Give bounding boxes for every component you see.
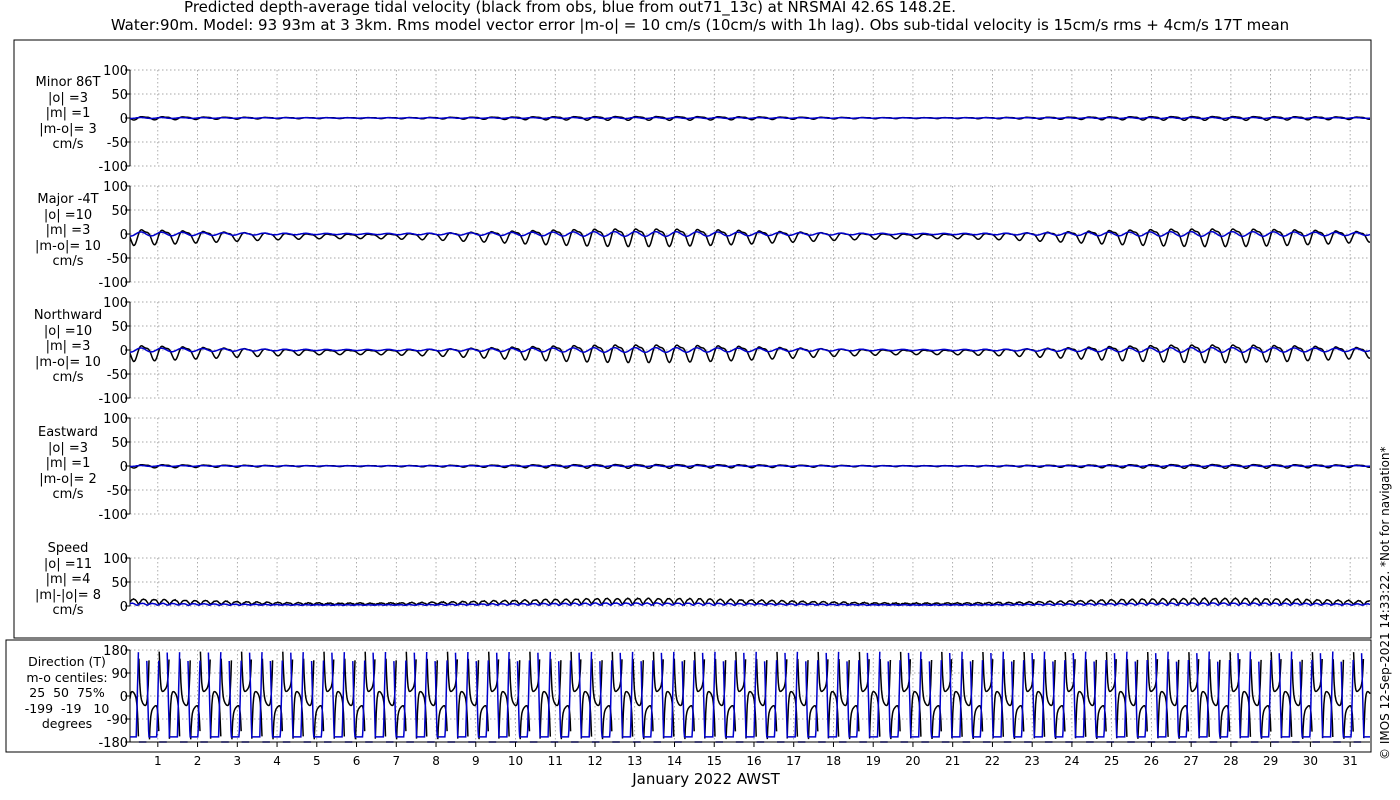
x-tick-label-12: 12 bbox=[587, 754, 602, 768]
y-tick-label-0-4: -100 bbox=[98, 160, 128, 175]
y-tick-label-3-3: -50 bbox=[107, 484, 128, 499]
x-tick-label-19: 19 bbox=[866, 754, 881, 768]
x-tick-label-26: 26 bbox=[1144, 754, 1159, 768]
series-model-0 bbox=[130, 116, 1371, 120]
x-tick-label-9: 9 bbox=[472, 754, 480, 768]
y-tick-label-0-0: 100 bbox=[103, 64, 128, 79]
y-tick-label-4-1: 50 bbox=[111, 576, 128, 591]
x-tick-label-28: 28 bbox=[1223, 754, 1238, 768]
y-tick-label-2-4: -100 bbox=[98, 392, 128, 407]
series-obs-5 bbox=[129, 651, 1371, 740]
y-tick-label-5-3: -90 bbox=[107, 713, 128, 728]
x-tick-label-16: 16 bbox=[746, 754, 761, 768]
x-tick-label-10: 10 bbox=[508, 754, 523, 768]
x-axis-label: January 2022 AWST bbox=[632, 770, 780, 788]
x-tick-label-11: 11 bbox=[548, 754, 563, 768]
y-tick-label-3-0: 100 bbox=[103, 412, 128, 427]
x-tick-label-23: 23 bbox=[1025, 754, 1040, 768]
y-tick-label-5-0: 180 bbox=[103, 644, 128, 659]
y-tick-label-1-1: 50 bbox=[111, 204, 128, 219]
x-tick-label-7: 7 bbox=[392, 754, 400, 768]
series-model-5 bbox=[130, 651, 1370, 743]
y-tick-label-1-2: 0 bbox=[120, 228, 128, 243]
x-tick-label-25: 25 bbox=[1104, 754, 1119, 768]
x-tick-label-31: 31 bbox=[1342, 754, 1357, 768]
y-tick-label-3-1: 50 bbox=[111, 436, 128, 451]
upper-frame bbox=[13, 39, 1372, 639]
y-tick-label-2-3: -50 bbox=[107, 368, 128, 383]
x-tick-label-6: 6 bbox=[353, 754, 361, 768]
x-tick-label-22: 22 bbox=[985, 754, 1000, 768]
y-tick-label-5-1: 90 bbox=[111, 667, 128, 682]
y-tick-label-1-4: -100 bbox=[98, 276, 128, 291]
y-tick-label-4-0: 100 bbox=[103, 552, 128, 567]
y-tick-label-0-3: -50 bbox=[107, 136, 128, 151]
x-tick-label-2: 2 bbox=[194, 754, 202, 768]
series-model-3 bbox=[130, 464, 1371, 468]
x-tick-label-8: 8 bbox=[432, 754, 440, 768]
x-tick-label-14: 14 bbox=[667, 754, 682, 768]
y-tick-label-2-0: 100 bbox=[103, 296, 128, 311]
x-tick-label-21: 21 bbox=[945, 754, 960, 768]
x-tick-label-1: 1 bbox=[154, 754, 162, 768]
y-tick-label-0-2: 0 bbox=[120, 112, 128, 127]
x-tick-label-17: 17 bbox=[786, 754, 801, 768]
x-tick-label-3: 3 bbox=[233, 754, 241, 768]
y-tick-label-3-4: -100 bbox=[98, 508, 128, 523]
series-obs-2 bbox=[129, 344, 1370, 364]
y-tick-label-2-2: 0 bbox=[120, 344, 128, 359]
x-tick-label-5: 5 bbox=[313, 754, 321, 768]
y-tick-label-4-2: 0 bbox=[120, 600, 128, 615]
x-tick-label-13: 13 bbox=[627, 754, 642, 768]
y-tick-label-5-2: 0 bbox=[120, 690, 128, 705]
x-tick-label-29: 29 bbox=[1263, 754, 1278, 768]
x-tick-label-18: 18 bbox=[826, 754, 841, 768]
y-tick-label-5-4: -180 bbox=[98, 736, 128, 751]
x-tick-label-24: 24 bbox=[1064, 754, 1079, 768]
y-tick-label-1-0: 100 bbox=[103, 180, 128, 195]
x-tick-label-20: 20 bbox=[905, 754, 920, 768]
y-tick-label-0-1: 50 bbox=[111, 88, 128, 103]
y-tick-label-3-2: 0 bbox=[120, 460, 128, 475]
x-tick-label-4: 4 bbox=[273, 754, 281, 768]
x-tick-label-27: 27 bbox=[1184, 754, 1199, 768]
y-tick-label-2-1: 50 bbox=[111, 320, 128, 335]
y-tick-label-1-3: -50 bbox=[107, 252, 128, 267]
tidal-velocity-chart: 100500-50-100100500-50-100100500-50-1001… bbox=[5, 39, 1372, 768]
series-obs-1 bbox=[129, 228, 1370, 248]
copyright-note: © IMOS 12-Sep-2021 14:33:22. *Not for na… bbox=[1378, 446, 1392, 760]
x-tick-label-15: 15 bbox=[707, 754, 722, 768]
x-tick-label-30: 30 bbox=[1303, 754, 1318, 768]
